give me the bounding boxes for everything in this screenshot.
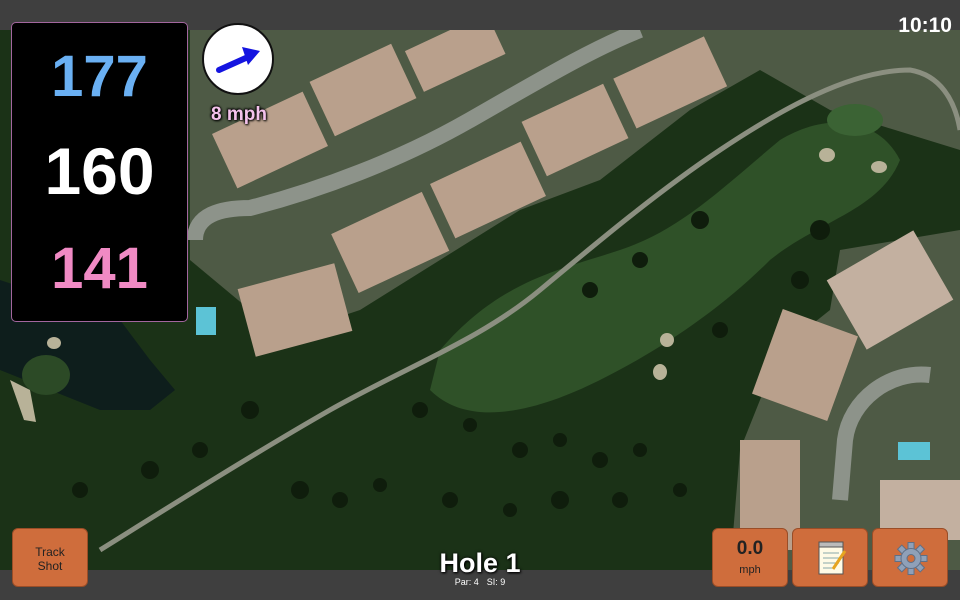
hole-info: Par: 4 SI: 9 bbox=[380, 577, 580, 587]
notepad-icon bbox=[818, 541, 847, 575]
wind-direction-arrow-icon bbox=[216, 47, 260, 73]
hole-title: Hole 1 bbox=[439, 548, 521, 578]
wind-speed-unit: mph bbox=[739, 564, 761, 576]
center-distance: 160 bbox=[44, 134, 155, 208]
wind-direction-indicator[interactable] bbox=[202, 23, 274, 95]
front-distance: 141 bbox=[51, 236, 148, 301]
wind-speed-button[interactable]: 0.0 mph bbox=[712, 528, 788, 587]
settings-button[interactable] bbox=[872, 528, 948, 587]
track-shot-button[interactable]: Track Shot bbox=[12, 528, 88, 587]
track-shot-label-line1: Track bbox=[35, 545, 65, 559]
hole-par: Par: 4 bbox=[454, 577, 479, 587]
distance-panel: 177 160 141 bbox=[11, 22, 188, 322]
back-distance: 177 bbox=[51, 44, 148, 109]
track-shot-label-line2: Shot bbox=[37, 559, 63, 573]
gear-icon bbox=[894, 542, 928, 575]
wind-speed-value: 0.0 bbox=[736, 538, 764, 559]
notes-button[interactable] bbox=[792, 528, 868, 587]
clock: 10:10 bbox=[898, 14, 952, 37]
hole-stroke-index: SI: 9 bbox=[486, 577, 506, 587]
wind-speed-label: 8 mph bbox=[211, 104, 267, 125]
